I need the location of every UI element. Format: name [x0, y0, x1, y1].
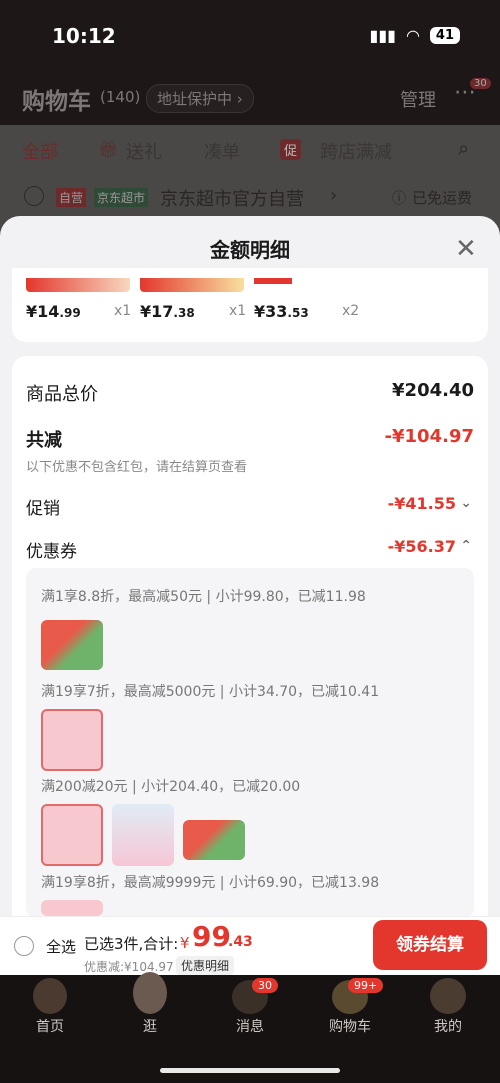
sheet-title: 金额明细	[210, 238, 290, 262]
free-shipping-text: 已免运费	[412, 189, 473, 207]
tab-all[interactable]: 全部	[22, 138, 58, 164]
selected-summary: 已选3件,合计:	[84, 935, 179, 953]
promo-value[interactable]: -¥41.55	[388, 494, 456, 513]
total-value: ¥204.40	[392, 380, 474, 401]
discount-summary: 优惠减:¥104.97	[84, 960, 174, 974]
cart-count: (140)	[100, 88, 141, 106]
store-select-radio[interactable]	[24, 186, 44, 206]
coupon-value[interactable]: -¥56.37	[388, 537, 456, 556]
coupon-label: 优惠券	[26, 542, 77, 562]
info-icon: ⓘ	[392, 191, 406, 207]
nav-explore[interactable]: 逛	[115, 1016, 185, 1036]
coupon-row-1: 满1享8.8折，最高减50元 | 小计99.80，已减11.98	[41, 589, 366, 605]
discount-value: -¥104.97	[384, 426, 474, 447]
product-image-2	[140, 278, 244, 292]
status-time: 10:12	[52, 24, 116, 48]
coupon-row-4: 满19享8折，最高减9999元 | 小计69.90，已减13.98	[41, 875, 380, 891]
explore-icon	[133, 972, 167, 1014]
checkout-button[interactable]: 领券结算	[373, 920, 487, 970]
nav-cart[interactable]: 购物车	[315, 1016, 385, 1036]
tab-cross-store[interactable]: 跨店满减	[320, 138, 392, 164]
chevron-up-icon[interactable]: ⌃	[460, 538, 472, 554]
manage-button[interactable]: 管理	[400, 86, 436, 112]
product-image-1	[26, 278, 130, 292]
chevron-down-icon[interactable]: ⌄	[460, 495, 472, 511]
item-qty-2: x1	[229, 303, 247, 319]
tab-bar	[0, 125, 500, 177]
promo-label: 促销	[26, 499, 60, 519]
select-all-label[interactable]: 全选	[46, 936, 76, 957]
gift-icon: 🎁︎	[98, 140, 119, 159]
coupon-product-thumb	[41, 900, 103, 916]
tab-bundle[interactable]: 凑单	[204, 138, 240, 164]
item-price-1: ¥14.99	[26, 302, 81, 321]
detail-toggle[interactable]: 优惠明细	[176, 956, 235, 975]
coupon-product-thumb	[112, 804, 174, 866]
select-all-radio[interactable]	[14, 936, 34, 956]
message-badge: 30	[252, 978, 278, 993]
nav-messages[interactable]: 消息	[215, 1016, 285, 1036]
product-image-3	[254, 278, 292, 284]
amount-decimal: .43	[228, 934, 253, 950]
item-price-2: ¥17.38	[140, 302, 195, 321]
coupon-product-thumb	[183, 820, 245, 860]
home-icon	[33, 978, 67, 1014]
close-icon[interactable]: ✕	[455, 234, 477, 264]
coupon-product-thumb	[41, 709, 103, 771]
total-label: 商品总价	[26, 384, 98, 405]
cart-badge: 99+	[348, 978, 384, 993]
item-qty-3: x2	[342, 303, 360, 319]
address-protect-chip[interactable]: 地址保护中 ›	[146, 84, 254, 113]
coupon-row-3: 满200减20元 | 小计204.40，已减20.00	[41, 779, 301, 795]
amount-main: 99	[192, 920, 231, 953]
discount-note: 以下优惠不包含红包，请在结算页查看	[26, 460, 248, 475]
tab-gift[interactable]: 送礼	[126, 138, 162, 164]
store-arrow-icon: ›	[330, 185, 338, 206]
coupon-product-thumb	[41, 804, 103, 866]
home-indicator	[160, 1068, 340, 1073]
search-icon[interactable]: ⌕	[458, 136, 469, 160]
more-badge: 30	[470, 78, 491, 89]
page-title: 购物车	[22, 89, 91, 115]
signal-icon: ▮▮▮	[369, 26, 396, 45]
battery-indicator: 41	[429, 27, 460, 44]
wifi-icon: ◠	[405, 26, 420, 45]
status-icons: ▮▮▮ ◠ 41	[370, 26, 460, 45]
amount-currency: ¥	[180, 934, 190, 952]
nav-home[interactable]: 首页	[15, 1016, 85, 1036]
coupon-product-thumb	[41, 620, 103, 670]
promo-tag: 促	[280, 139, 302, 160]
supermarket-tag: 京东超市	[94, 188, 149, 207]
item-qty-1: x1	[114, 303, 132, 319]
coupon-row-2: 满19享7折，最高减5000元 | 小计34.70，已减10.41	[41, 684, 380, 700]
item-price-3: ¥33.53	[254, 302, 309, 321]
nav-profile[interactable]: 我的	[413, 1016, 483, 1036]
profile-icon	[430, 978, 466, 1014]
self-operated-tag: 自营	[56, 188, 87, 207]
discount-label: 共减	[26, 430, 62, 451]
store-name[interactable]: 京东超市官方自营	[160, 185, 304, 211]
